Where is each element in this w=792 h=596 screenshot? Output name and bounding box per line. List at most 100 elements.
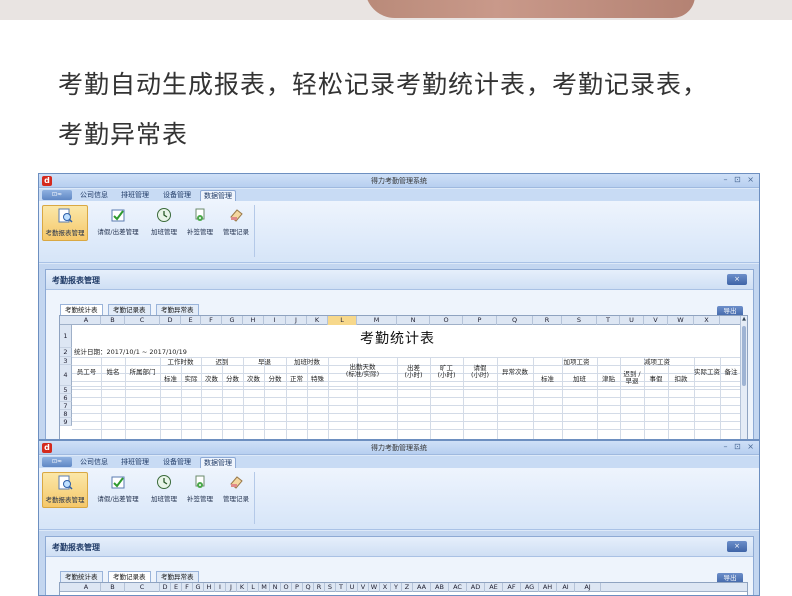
column-header-e[interactable]: E <box>181 316 201 325</box>
tab-shift-management[interactable]: 排班管理 <box>118 190 152 201</box>
column-header-t[interactable]: T <box>597 316 620 325</box>
attendance-report-button[interactable]: 考勤报表管理 <box>42 472 88 508</box>
row-header-9[interactable]: 9 <box>60 418 72 426</box>
subtab-records[interactable]: 考勤记录表 <box>108 304 151 315</box>
column-header-p[interactable]: P <box>292 583 303 592</box>
overtime-button[interactable]: 加班管理 <box>147 205 181 241</box>
resign-button[interactable]: 补签管理 <box>183 205 217 241</box>
leave-trip-button[interactable]: 请假/出差管理 <box>92 472 144 508</box>
column-header-t[interactable]: T <box>336 583 347 592</box>
tab-data-management[interactable]: 数据管理 <box>200 457 236 468</box>
column-header-p[interactable]: P <box>463 316 497 325</box>
row-header-8[interactable]: 8 <box>60 410 72 418</box>
row-header-4[interactable]: 4 <box>60 365 72 386</box>
column-header-u[interactable]: U <box>347 583 358 592</box>
column-header-ai[interactable]: AI <box>557 583 575 592</box>
tab-company-info[interactable]: 公司信息 <box>77 190 111 201</box>
column-header-v[interactable]: V <box>358 583 369 592</box>
scroll-thumb[interactable] <box>742 326 746 386</box>
row-header-6[interactable]: 6 <box>60 394 72 402</box>
column-header-ag[interactable]: AG <box>521 583 539 592</box>
resign-button[interactable]: 补签管理 <box>183 472 217 508</box>
column-header-y[interactable]: Y <box>391 583 402 592</box>
column-header-s[interactable]: S <box>562 316 597 325</box>
column-header-ad[interactable]: AD <box>467 583 485 592</box>
row-header-1[interactable]: 1 <box>60 325 72 348</box>
column-header-b[interactable]: B <box>101 583 125 592</box>
subtab-exceptions[interactable]: 考勤异常表 <box>156 571 199 582</box>
column-header-d[interactable]: D <box>160 583 171 592</box>
panel-close-button[interactable]: × <box>727 274 747 285</box>
column-header-f[interactable]: F <box>182 583 193 592</box>
column-header-c[interactable]: C <box>125 583 160 592</box>
column-header-ah[interactable]: AH <box>539 583 557 592</box>
column-header-r[interactable]: R <box>314 583 325 592</box>
column-header-r[interactable]: R <box>533 316 562 325</box>
window-controls[interactable]: – ⊡ × <box>724 442 757 451</box>
column-header-h[interactable]: H <box>243 316 264 325</box>
column-header-u[interactable]: U <box>620 316 644 325</box>
attendance-report-button[interactable]: 考勤报表管理 <box>42 205 88 241</box>
tab-device-management[interactable]: 设备管理 <box>160 457 194 468</box>
management-log-button[interactable]: 管理记录 <box>219 472 253 508</box>
column-header-x[interactable]: X <box>380 583 391 592</box>
column-header-a[interactable]: A <box>72 316 101 325</box>
tab-shift-management[interactable]: 排班管理 <box>118 457 152 468</box>
row-header-2[interactable]: 2 <box>60 348 72 357</box>
column-header-d[interactable]: D <box>160 316 181 325</box>
subtab-exceptions[interactable]: 考勤异常表 <box>156 304 199 315</box>
column-header-ae[interactable]: AE <box>485 583 503 592</box>
column-header-i[interactable]: I <box>264 316 286 325</box>
leave-trip-button[interactable]: 请假/出差管理 <box>92 205 144 241</box>
column-header-w[interactable]: W <box>369 583 380 592</box>
row-header-3[interactable]: 3 <box>60 357 72 365</box>
column-header-aj[interactable]: AJ <box>575 583 601 592</box>
row-header-5[interactable]: 5 <box>60 386 72 394</box>
subtab-statistics[interactable]: 考勤统计表 <box>60 304 103 315</box>
column-header-i[interactable]: I <box>215 583 226 592</box>
column-header-l[interactable]: L <box>328 316 357 325</box>
tab-data-management[interactable]: 数据管理 <box>200 190 236 201</box>
column-header-h[interactable]: H <box>204 583 215 592</box>
column-header-o[interactable]: O <box>430 316 463 325</box>
column-header-ab[interactable]: AB <box>431 583 449 592</box>
column-header-f[interactable]: F <box>201 316 222 325</box>
column-header-n[interactable]: N <box>397 316 430 325</box>
tab-device-management[interactable]: 设备管理 <box>160 190 194 201</box>
vertical-scrollbar[interactable]: ▲ <box>740 316 747 439</box>
window-controls[interactable]: – ⊡ × <box>724 175 757 184</box>
column-header-af[interactable]: AF <box>503 583 521 592</box>
column-header-l[interactable]: L <box>248 583 259 592</box>
column-header-j[interactable]: J <box>226 583 237 592</box>
app-menu-button[interactable]: ⊡≈ <box>42 190 72 200</box>
management-log-button[interactable]: 管理记录 <box>219 205 253 241</box>
overtime-button[interactable]: 加班管理 <box>147 472 181 508</box>
column-header-n[interactable]: N <box>270 583 281 592</box>
column-header-aa[interactable]: AA <box>413 583 431 592</box>
panel-close-button[interactable]: × <box>727 541 747 552</box>
column-header-z[interactable]: Z <box>402 583 413 592</box>
tab-company-info[interactable]: 公司信息 <box>77 457 111 468</box>
column-header-j[interactable]: J <box>286 316 307 325</box>
records-spreadsheet[interactable]: A B C D E F G H I J K L M N O P Q R S T U V W X Y Z AA AB AC AD AE AF AG… <box>59 582 748 595</box>
column-header-g[interactable]: G <box>222 316 243 325</box>
column-header-b[interactable]: B <box>101 316 125 325</box>
column-header-x[interactable]: X <box>694 316 720 325</box>
column-header-g[interactable]: G <box>193 583 204 592</box>
column-header-m[interactable]: M <box>259 583 270 592</box>
column-header-s[interactable]: S <box>325 583 336 592</box>
subtab-records[interactable]: 考勤记录表 <box>108 571 151 582</box>
column-header-a[interactable]: A <box>72 583 101 592</box>
row-header-7[interactable]: 7 <box>60 402 72 410</box>
column-header-v[interactable]: V <box>644 316 668 325</box>
column-header-c[interactable]: C <box>125 316 160 325</box>
subtab-statistics[interactable]: 考勤统计表 <box>60 571 103 582</box>
column-header-q[interactable]: Q <box>497 316 533 325</box>
column-header-k[interactable]: K <box>237 583 248 592</box>
column-header-o[interactable]: O <box>281 583 292 592</box>
column-header-q[interactable]: Q <box>303 583 314 592</box>
scroll-up-arrow[interactable]: ▲ <box>741 316 747 324</box>
column-header-k[interactable]: K <box>307 316 328 325</box>
app-menu-button[interactable]: ⊡≈ <box>42 457 72 467</box>
column-header-m[interactable]: M <box>357 316 397 325</box>
